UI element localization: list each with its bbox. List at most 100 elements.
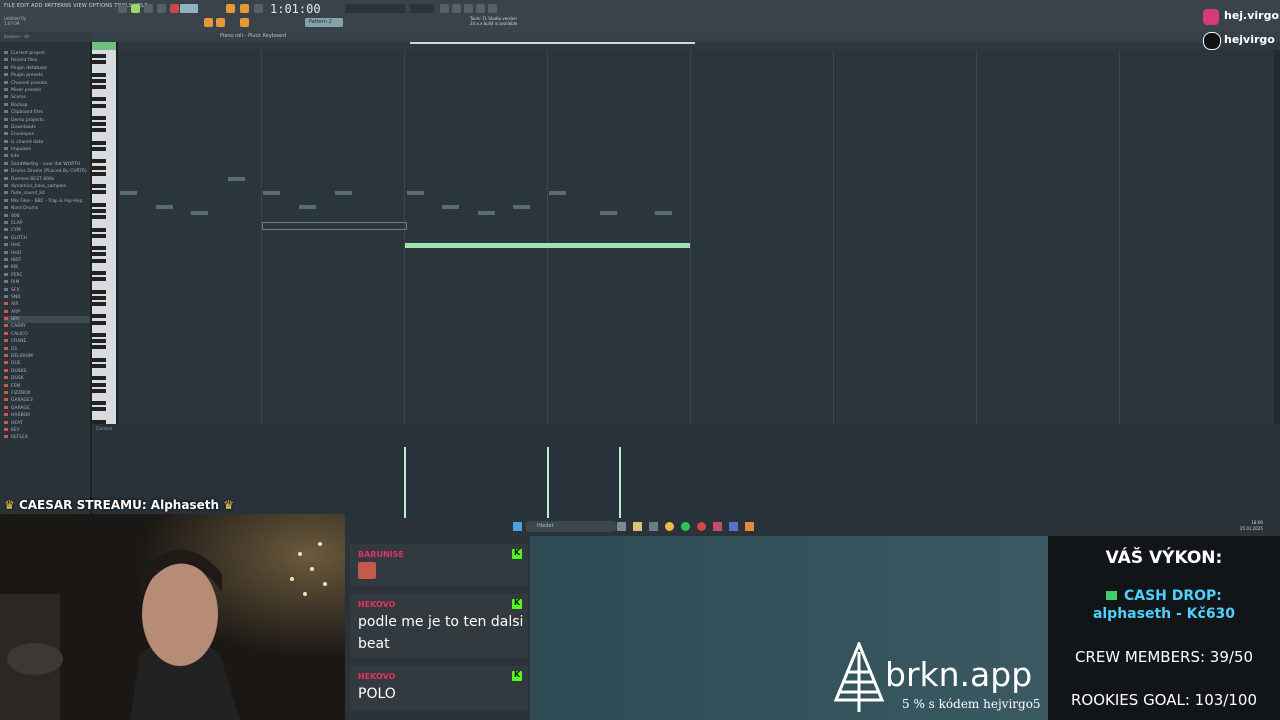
browser-item[interactable]: FIZZBOX: [4, 390, 90, 397]
browser-item[interactable]: Recent files: [4, 57, 90, 64]
browser-item[interactable]: Backup: [4, 102, 90, 109]
browser-item[interactable]: Downloads: [4, 124, 90, 131]
browser-item[interactable]: CALICO: [4, 331, 90, 338]
black-key[interactable]: [92, 215, 106, 220]
pattern-selector[interactable]: Pattern 2: [305, 18, 343, 27]
black-key[interactable]: [92, 333, 106, 337]
obs-icon[interactable]: [697, 522, 706, 531]
snap-icon[interactable]: [204, 18, 213, 27]
browser-item[interactable]: Demo projects: [4, 117, 90, 124]
black-key[interactable]: [92, 97, 106, 102]
browser-item[interactable]: Clipboard files: [4, 109, 90, 116]
ghost-note[interactable]: [407, 191, 424, 195]
browser-item[interactable]: HHO: [4, 250, 90, 257]
browser-item[interactable]: FEM: [4, 383, 90, 390]
ghost-note[interactable]: [335, 191, 352, 195]
black-key[interactable]: [92, 376, 106, 381]
time-ruler[interactable]: [118, 42, 1280, 50]
play-button[interactable]: [144, 4, 153, 13]
black-key[interactable]: [92, 345, 106, 350]
browser-item[interactable]: Mix Files - BBC - Trap & Hip-Hop: [4, 198, 90, 205]
browser-item[interactable]: D1: [4, 346, 90, 353]
browser-item[interactable]: IL shared data: [4, 139, 90, 146]
browser-item[interactable]: DELIRIUM: [4, 353, 90, 360]
pencil-icon[interactable]: [216, 18, 225, 27]
black-key[interactable]: [92, 72, 106, 77]
browser-item[interactable]: CRANE: [4, 338, 90, 345]
browser-item[interactable]: REFLEX: [4, 434, 90, 441]
black-key[interactable]: [92, 357, 106, 362]
browser-item[interactable]: PERC: [4, 272, 90, 279]
stop-button[interactable]: [157, 4, 166, 13]
piano-roll-icon[interactable]: [464, 4, 473, 13]
black-key[interactable]: [92, 122, 106, 127]
black-key[interactable]: [92, 271, 106, 275]
file-explorer-icon[interactable]: [633, 522, 642, 531]
ghost-note[interactable]: [655, 211, 672, 215]
browser-item[interactable]: SaintWorthy - over dat WORTH: [4, 161, 90, 168]
browser-item[interactable]: INST: [4, 257, 90, 264]
velocity-bar[interactable]: [547, 447, 549, 520]
browser-item[interactable]: GARAGE: [4, 405, 90, 412]
ghost-note[interactable]: [156, 205, 173, 209]
black-key[interactable]: [92, 302, 106, 306]
browser-item[interactable]: HARBOR: [4, 412, 90, 419]
browser-item[interactable]: Channel presets: [4, 80, 90, 87]
browser-item[interactable]: Impulses: [4, 146, 90, 153]
black-key[interactable]: [92, 382, 106, 387]
black-key[interactable]: [92, 339, 106, 344]
browser-item[interactable]: Scores: [4, 94, 90, 101]
windows-start-icon[interactable]: [513, 522, 522, 531]
black-key[interactable]: [92, 165, 106, 170]
black-key[interactable]: [92, 320, 106, 325]
browser-item[interactable]: 808: [4, 213, 90, 220]
browser-item[interactable]: HHC: [4, 242, 90, 249]
browser-item[interactable]: GLITCH: [4, 235, 90, 242]
channel-rack-icon[interactable]: [452, 4, 461, 13]
browser-item[interactable]: AIR: [4, 301, 90, 308]
black-key[interactable]: [92, 295, 106, 300]
store-icon[interactable]: [649, 522, 658, 531]
black-key[interactable]: [92, 54, 106, 58]
black-key[interactable]: [92, 60, 106, 65]
discord-icon[interactable]: [729, 522, 738, 531]
browser-item[interactable]: Plugin presets: [4, 72, 90, 79]
taskbar-search[interactable]: Hledat: [525, 521, 617, 532]
browser-item[interactable]: Nord Drums: [4, 205, 90, 212]
browser-item[interactable]: kits: [4, 153, 90, 160]
black-key[interactable]: [92, 252, 106, 257]
browser-item[interactable]: HEAT: [4, 420, 90, 427]
black-key[interactable]: [92, 128, 106, 133]
ghost-note[interactable]: [263, 191, 280, 195]
fl-studio-icon[interactable]: [745, 522, 754, 531]
black-key[interactable]: [92, 388, 106, 393]
browser-item[interactable]: CLAP: [4, 220, 90, 227]
browser-item[interactable]: Mixer presets: [4, 87, 90, 94]
black-key[interactable]: [92, 246, 106, 251]
ghost-note[interactable]: [600, 211, 617, 215]
browser-item[interactable]: flute_sound_kit: [4, 190, 90, 197]
ghost-note[interactable]: [442, 205, 459, 209]
countdown-icon[interactable]: [254, 4, 263, 13]
black-key[interactable]: [92, 190, 106, 195]
black-key[interactable]: [92, 116, 106, 120]
ghost-note[interactable]: [513, 205, 530, 209]
piano-keyboard[interactable]: [92, 50, 116, 424]
wait-icon[interactable]: [240, 4, 249, 13]
note[interactable]: [405, 243, 690, 248]
black-key[interactable]: [92, 171, 106, 176]
ghost-note[interactable]: [549, 191, 566, 195]
black-key[interactable]: [92, 258, 106, 263]
tempo-knob-icon[interactable]: [118, 4, 127, 13]
black-key[interactable]: [92, 407, 106, 412]
browser-item[interactable]: CARRY: [4, 323, 90, 330]
task-view-icon[interactable]: [617, 522, 626, 531]
browser-item[interactable]: KEY: [4, 427, 90, 434]
vertical-scrollbar[interactable]: [1274, 50, 1280, 424]
browser-item[interactable]: Drums Drums (PLaced By CVRTR): [4, 168, 90, 175]
browser-item[interactable]: BRY: [4, 316, 90, 324]
black-key[interactable]: [92, 314, 106, 319]
black-key[interactable]: [92, 202, 106, 207]
browser-item[interactable]: Envelopes: [4, 131, 90, 138]
black-key[interactable]: [92, 103, 106, 108]
